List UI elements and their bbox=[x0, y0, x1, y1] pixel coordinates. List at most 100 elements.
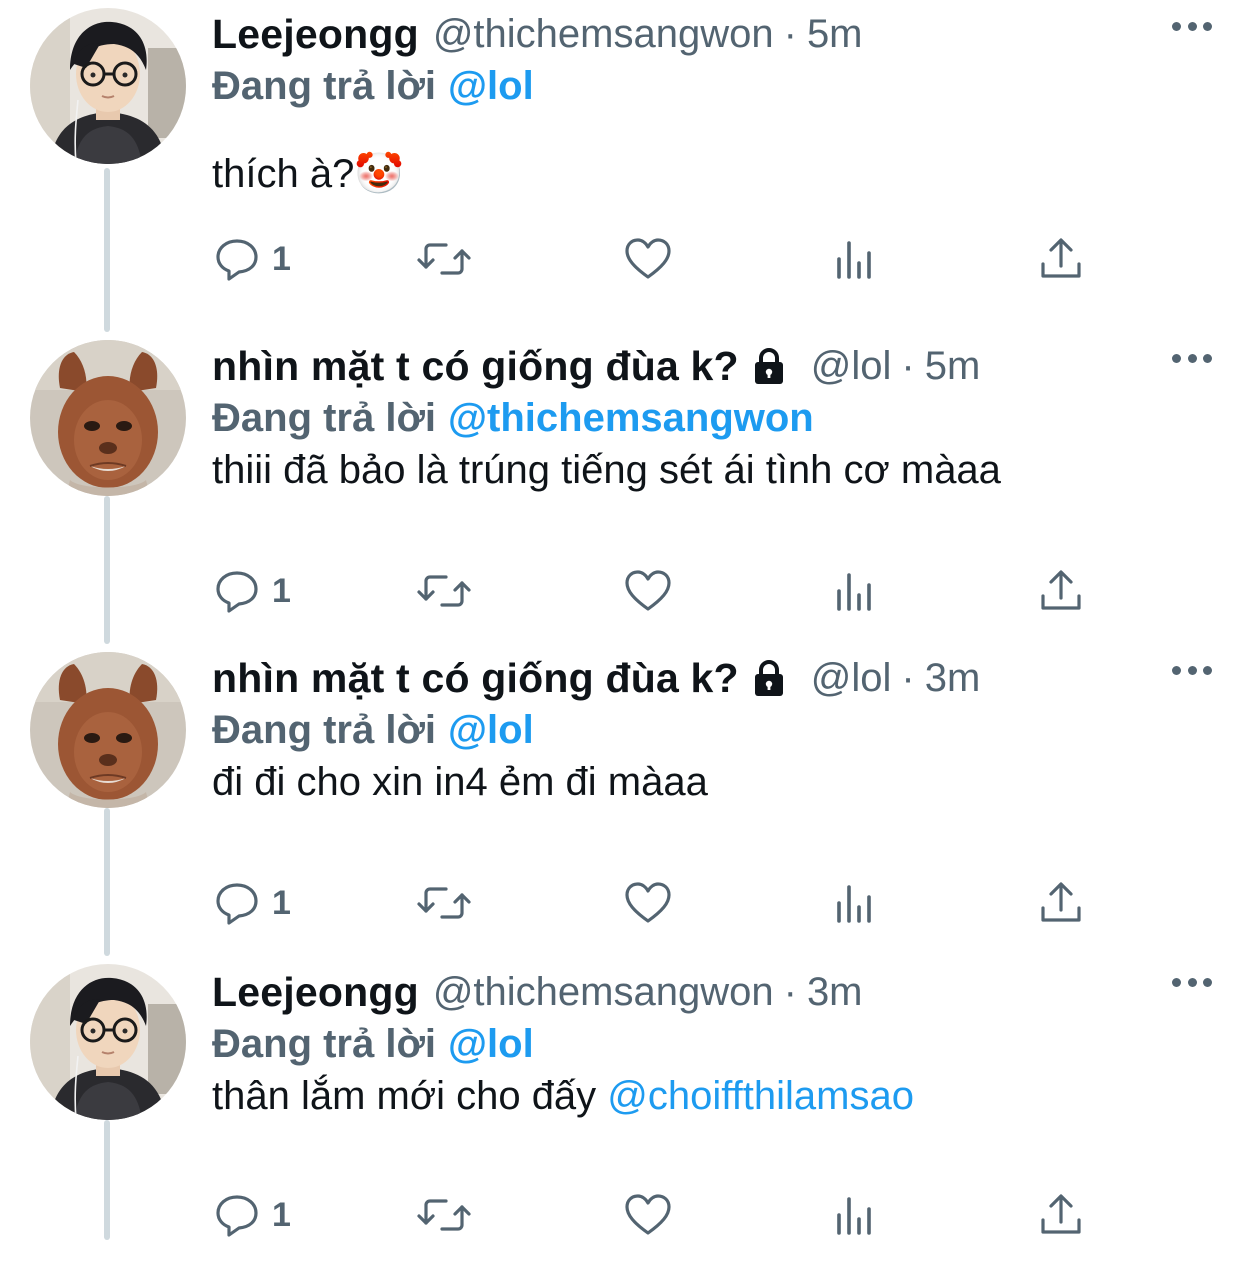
reply-button[interactable]: 1 bbox=[214, 1190, 291, 1240]
like-button[interactable] bbox=[624, 878, 672, 928]
tweet-header: Leejeongg @thichemsangwon · 3m bbox=[212, 966, 1222, 1018]
tweet-actions: 1 bbox=[212, 566, 1092, 616]
tweet-content: nhìn mặt t có giống đùa k? @lol · 5m Đan… bbox=[212, 340, 1222, 496]
timestamp[interactable]: 3m bbox=[925, 656, 981, 701]
replying-to: Đang trả lời @lol bbox=[212, 704, 1222, 756]
reply-icon bbox=[214, 881, 260, 925]
separator-dot: · bbox=[783, 11, 797, 56]
more-options-icon[interactable] bbox=[1172, 972, 1212, 992]
retweet-button[interactable] bbox=[416, 234, 472, 284]
share-button[interactable] bbox=[1038, 1190, 1084, 1240]
replying-label: Đang trả lời bbox=[212, 395, 437, 440]
avatar[interactable] bbox=[30, 652, 186, 808]
avatar[interactable] bbox=[30, 8, 186, 164]
lock-icon bbox=[749, 347, 789, 392]
display-name[interactable]: nhìn mặt t có giống đùa k? bbox=[212, 655, 739, 702]
display-name[interactable]: nhìn mặt t có giống đùa k? bbox=[212, 343, 739, 390]
separator-dot: · bbox=[901, 343, 915, 388]
timestamp[interactable]: 5m bbox=[925, 344, 981, 389]
timestamp[interactable]: 5m bbox=[807, 12, 863, 57]
analytics-button[interactable] bbox=[834, 878, 878, 928]
reply-to-handle[interactable]: @thichemsangwon bbox=[448, 396, 814, 441]
tweet-body: đi đi cho xin in4 ẻm đi màaa bbox=[212, 760, 708, 804]
reply-button[interactable]: 1 bbox=[214, 234, 291, 284]
tweet-content: nhìn mặt t có giống đùa k? @lol · 3m Đan… bbox=[212, 652, 1222, 808]
more-options-icon[interactable] bbox=[1172, 16, 1212, 36]
share-icon bbox=[1038, 236, 1084, 282]
user-handle[interactable]: @lol bbox=[811, 656, 892, 701]
share-button[interactable] bbox=[1038, 234, 1084, 284]
timestamp[interactable]: 3m bbox=[807, 970, 863, 1015]
tweet-body: thiii đã bảo là trúng tiếng sét ái tình … bbox=[212, 448, 1001, 492]
retweet-icon bbox=[416, 881, 472, 925]
person-glasses-avatar-image bbox=[30, 8, 186, 164]
heart-icon bbox=[624, 1193, 672, 1237]
tweet-actions: 1 bbox=[212, 878, 1092, 928]
retweet-icon bbox=[416, 237, 472, 281]
tweet-content: Leejeongg @thichemsangwon · 5m Đang trả … bbox=[212, 8, 1222, 200]
tweet-body: thân lắm mới cho đấy bbox=[212, 1074, 608, 1118]
user-handle[interactable]: @lol bbox=[811, 344, 892, 389]
analytics-icon bbox=[834, 1193, 878, 1237]
retweet-button[interactable] bbox=[416, 878, 472, 928]
replying-label: Đang trả lời bbox=[212, 707, 437, 752]
reply-count: 1 bbox=[272, 883, 291, 922]
reply-to-handle[interactable]: @lol bbox=[448, 64, 534, 109]
tweet-text: thiii đã bảo là trúng tiếng sét ái tình … bbox=[212, 444, 1222, 496]
reply-icon bbox=[214, 1193, 260, 1237]
replying-to: Đang trả lời @lol bbox=[212, 1018, 1222, 1070]
replying-to: Đang trả lời @thichemsangwon bbox=[212, 392, 1222, 444]
separator-dot: · bbox=[783, 969, 797, 1014]
tweet-text: thích à?🤡 bbox=[212, 148, 1222, 200]
like-button[interactable] bbox=[624, 566, 672, 616]
tweet-actions: 1 bbox=[212, 1190, 1092, 1240]
retweet-button[interactable] bbox=[416, 566, 472, 616]
tweet-actions: 1 bbox=[212, 234, 1092, 284]
reply-button[interactable]: 1 bbox=[214, 878, 291, 928]
dog-face-avatar-image bbox=[30, 652, 186, 808]
like-button[interactable] bbox=[624, 1190, 672, 1240]
user-handle[interactable]: @thichemsangwon bbox=[433, 12, 774, 57]
replying-label: Đang trả lời bbox=[212, 1021, 437, 1066]
analytics-icon bbox=[834, 569, 878, 613]
share-button[interactable] bbox=[1038, 566, 1084, 616]
dog-face-avatar-image bbox=[30, 340, 186, 496]
tweet[interactable]: Leejeongg @thichemsangwon · 3m Đang trả … bbox=[0, 956, 1242, 1268]
avatar[interactable] bbox=[30, 340, 186, 496]
tweet-header: nhìn mặt t có giống đùa k? @lol · 3m bbox=[212, 652, 1222, 704]
analytics-button[interactable] bbox=[834, 566, 878, 616]
reply-button[interactable]: 1 bbox=[214, 566, 291, 616]
display-name[interactable]: Leejeongg bbox=[212, 969, 419, 1016]
heart-icon bbox=[624, 569, 672, 613]
analytics-icon bbox=[834, 881, 878, 925]
tweet-body: thích à?🤡 bbox=[212, 152, 405, 196]
tweet-mention[interactable]: @choiffthilamsao bbox=[607, 1074, 914, 1118]
reply-count: 1 bbox=[272, 571, 291, 610]
heart-icon bbox=[624, 237, 672, 281]
replying-label: Đang trả lời bbox=[212, 63, 437, 108]
like-button[interactable] bbox=[624, 234, 672, 284]
share-icon bbox=[1038, 880, 1084, 926]
analytics-button[interactable] bbox=[834, 234, 878, 284]
display-name[interactable]: Leejeongg bbox=[212, 11, 419, 58]
reply-to-handle[interactable]: @lol bbox=[448, 1022, 534, 1067]
more-options-icon[interactable] bbox=[1172, 660, 1212, 680]
lock-icon bbox=[749, 659, 789, 704]
separator-dot: · bbox=[901, 655, 915, 700]
retweet-button[interactable] bbox=[416, 1190, 472, 1240]
more-options-icon[interactable] bbox=[1172, 348, 1212, 368]
tweet[interactable]: nhìn mặt t có giống đùa k? @lol · 3m Đan… bbox=[0, 644, 1242, 956]
replying-to: Đang trả lời @lol bbox=[212, 60, 1222, 112]
tweet[interactable]: Leejeongg @thichemsangwon · 5m Đang trả … bbox=[0, 0, 1242, 312]
share-icon bbox=[1038, 1192, 1084, 1238]
person-glasses-avatar-image bbox=[30, 964, 186, 1120]
retweet-icon bbox=[416, 1193, 472, 1237]
share-button[interactable] bbox=[1038, 878, 1084, 928]
user-handle[interactable]: @thichemsangwon bbox=[433, 970, 774, 1015]
tweet[interactable]: nhìn mặt t có giống đùa k? @lol · 5m Đan… bbox=[0, 332, 1242, 644]
reply-to-handle[interactable]: @lol bbox=[448, 708, 534, 753]
reply-count: 1 bbox=[272, 1195, 291, 1234]
reply-count: 1 bbox=[272, 239, 291, 278]
avatar[interactable] bbox=[30, 964, 186, 1120]
analytics-button[interactable] bbox=[834, 1190, 878, 1240]
